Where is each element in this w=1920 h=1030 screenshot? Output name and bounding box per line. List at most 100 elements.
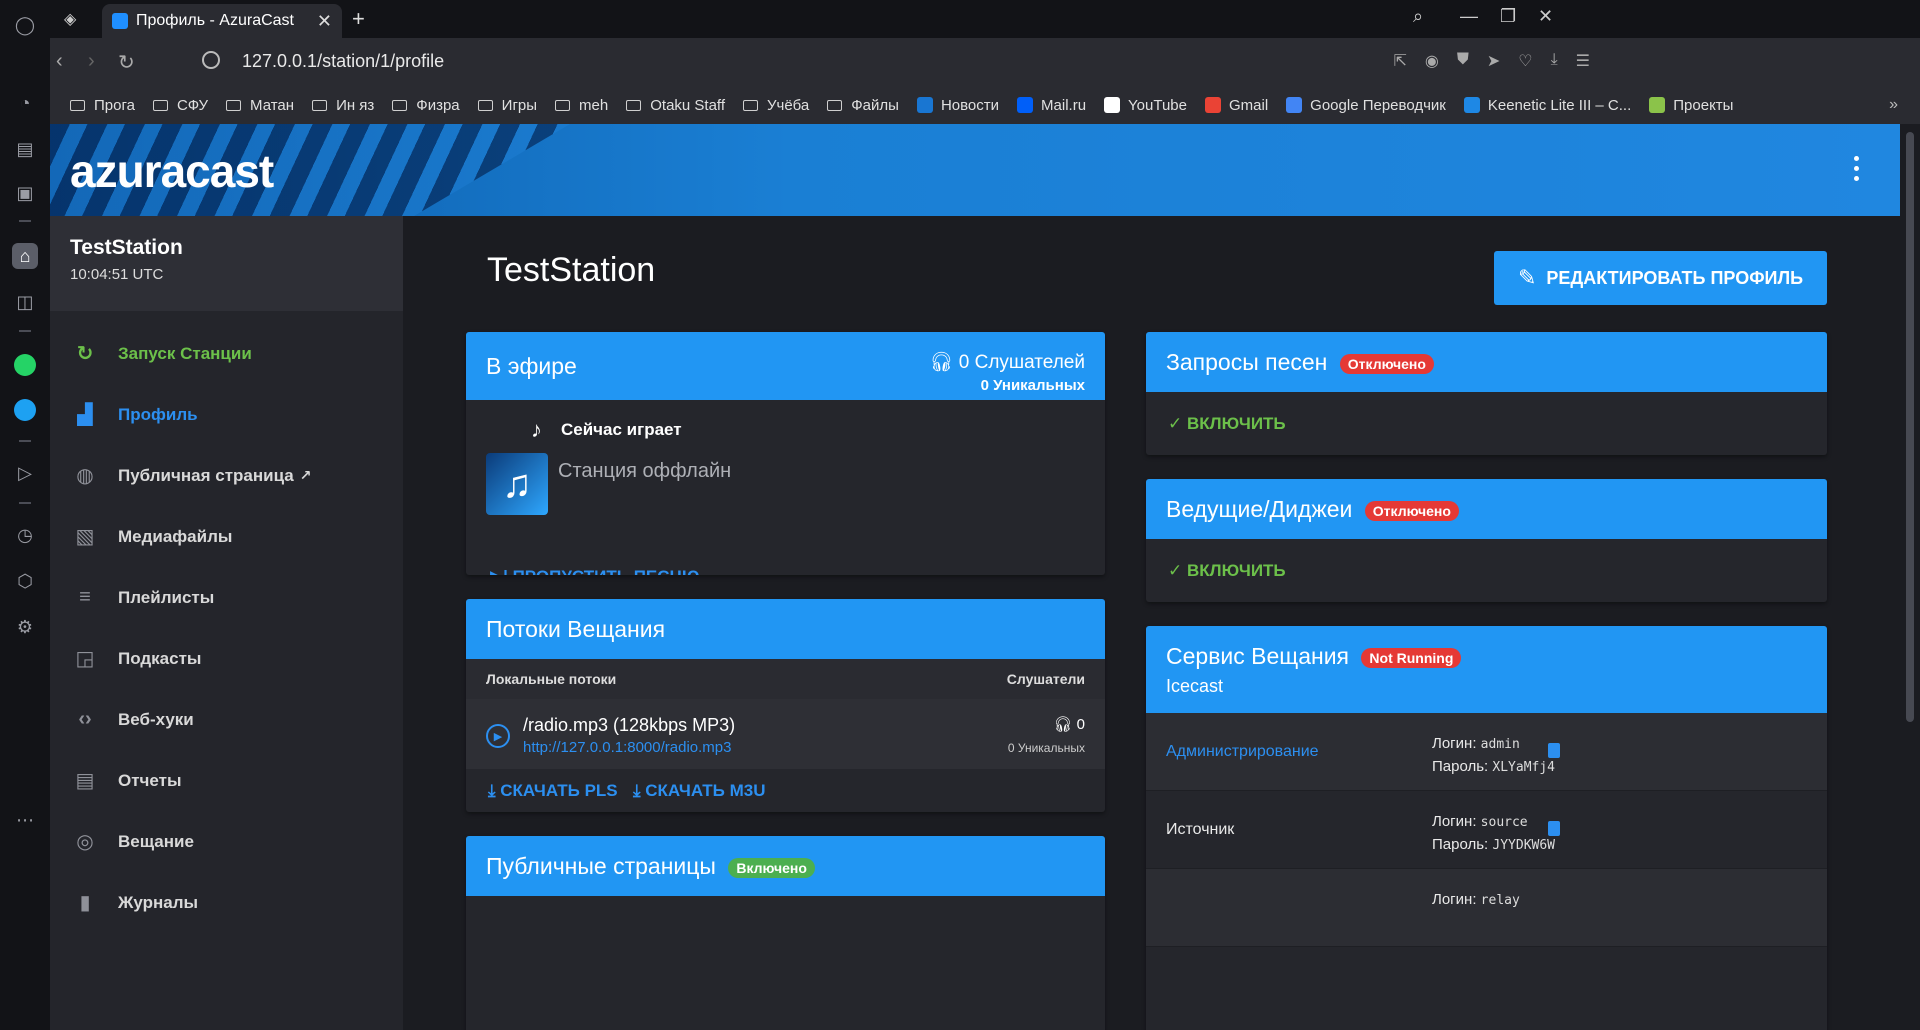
sidebar-item-logs[interactable]: ▮ Журналы — [50, 872, 403, 933]
close-window-icon[interactable]: ✕ — [1538, 6, 1553, 27]
favorite-icon[interactable]: ♡ — [1518, 51, 1532, 71]
close-tab-icon[interactable]: ✕ — [317, 11, 332, 32]
settings-icon[interactable]: ⚙ — [12, 614, 38, 640]
sidebar-item-public-page[interactable]: ◍ Публичная страница ↗ — [50, 445, 403, 506]
gamepad-icon[interactable]: ◫ — [12, 289, 38, 315]
bookmark-label: Учёба — [767, 96, 810, 114]
speed-dial-icon[interactable]: ◔ — [12, 90, 38, 116]
sidebar-item-profile[interactable]: ▟ Профиль — [50, 384, 403, 445]
bookmark-item[interactable]: Физра — [392, 96, 460, 114]
new-tab-icon[interactable]: + — [352, 6, 365, 32]
forward-icon[interactable]: › — [88, 50, 95, 73]
bookmark-item[interactable]: Новости — [916, 96, 1000, 114]
relay-credentials: Логин: relay — [1432, 889, 1520, 912]
sidebar-item-reports[interactable]: ▤ Отчеты — [50, 750, 403, 811]
adblock-icon[interactable]: ⛊ — [1457, 51, 1469, 71]
download-pls-label: СКАЧАТЬ PLS — [500, 781, 618, 800]
bookmark-item[interactable]: Ин яз — [312, 97, 374, 114]
copy-icon[interactable] — [1548, 743, 1560, 758]
login-label: Логин: — [1432, 735, 1477, 752]
sidebar-item-playlists[interactable]: ≡ Плейлисты — [50, 567, 403, 628]
bookmark-item[interactable]: Проекты — [1649, 97, 1733, 114]
bookmark-item[interactable]: Mail.ru — [1017, 97, 1086, 114]
song-requests-card: Запросы песен Отключено ✓ ВКЛЮЧИТЬ — [1146, 332, 1827, 455]
minimize-icon[interactable]: — — [1460, 6, 1478, 27]
bookmark-item[interactable]: Файлы — [827, 97, 899, 114]
report-icon: ▤ — [75, 770, 95, 792]
profile-icon: ▟ — [77, 404, 93, 426]
sidebar-item-label: Веб-хуки — [118, 709, 194, 729]
restore-icon[interactable]: ❐ — [1500, 6, 1516, 27]
password-label: Пароль: — [1432, 836, 1489, 853]
easy-setup-icon[interactable]: ☰ — [1576, 51, 1590, 71]
sidebar-item-restart[interactable]: ↻ Запуск Станции — [50, 323, 403, 384]
status-badge: Включено — [728, 857, 815, 878]
snapshot-icon[interactable]: ◉ — [1425, 51, 1439, 71]
bookmark-label: Физра — [416, 96, 460, 114]
stream-listeners: 🎧︎ 0 0 Уникальных — [1008, 715, 1085, 755]
station-sidebar: TestStation 10:04:51 UTC ↻ Запуск Станции… — [50, 216, 403, 1030]
download-icon[interactable]: ⤓ — [1551, 51, 1558, 71]
restart-icon: ↻ — [76, 343, 94, 365]
scrollbar-thumb[interactable] — [1906, 132, 1914, 722]
sidebar-item-label: Отчеты — [118, 770, 182, 790]
enable-requests-button[interactable]: ✓ ВКЛЮЧИТЬ — [1168, 414, 1286, 434]
bookmark-item[interactable]: Gmail — [1205, 97, 1268, 114]
shopping-icon[interactable]: ▤ — [12, 136, 38, 162]
toolbar-icons: ⇱ ◉ ⛊ ➤ ♡ ⤓ ☰ — [1393, 51, 1590, 71]
opera-logo-icon[interactable]: ◯ — [12, 12, 38, 38]
more-bookmarks-icon[interactable]: » — [1889, 96, 1898, 114]
sidebar-item-media[interactable]: ▧ Медиафайлы — [50, 506, 403, 567]
bookmark-item[interactable]: Google Переводчик — [1286, 97, 1446, 114]
tab-active[interactable]: Профиль - AzuraCast ✕ — [102, 4, 342, 38]
home-icon[interactable]: ⌂ — [12, 243, 38, 269]
enable-djs-button[interactable]: ✓ ВКЛЮЧИТЬ — [1168, 561, 1286, 581]
song-requests-header: Запросы песен Отключено — [1146, 332, 1827, 392]
page-scrollbar[interactable] — [1900, 124, 1920, 1030]
gx-icon[interactable]: ◈ — [64, 9, 76, 29]
search-tabs-icon[interactable]: ⌕ — [1413, 6, 1423, 27]
stream-url[interactable]: http://127.0.0.1:8000/radio.mp3 — [523, 739, 731, 756]
col-local-streams: Локальные потоки — [486, 671, 617, 687]
header-menu-icon[interactable] — [1854, 156, 1860, 181]
sidebar-item-broadcasting[interactable]: ◎ Вещание — [50, 811, 403, 872]
download-m3u-button[interactable]: ⤓ СКАЧАТЬ M3U — [633, 781, 765, 801]
admin-link[interactable]: Администрирование — [1166, 743, 1319, 761]
twitch-icon[interactable]: ▣ — [12, 180, 38, 206]
back-icon[interactable]: ‹ — [56, 50, 63, 73]
reload-icon[interactable]: ↻ — [118, 50, 135, 75]
bookmark-item[interactable]: Keenetic Lite III – С... — [1463, 97, 1631, 114]
bookmark-item[interactable]: Игры — [477, 97, 537, 114]
bookmark-item[interactable]: СФУ — [152, 97, 208, 114]
public-pages-title-row: Публичные страницы Включено — [486, 836, 1085, 880]
play-stream-icon[interactable]: ▶ — [486, 724, 510, 748]
player-icon[interactable]: ▷ — [12, 460, 38, 486]
history-icon[interactable]: ◷ — [12, 522, 38, 548]
download-pls-button[interactable]: ⤓ СКАЧАТЬ PLS — [488, 781, 618, 801]
twitter-icon[interactable] — [12, 397, 38, 423]
bookmark-item[interactable]: Учёба — [743, 97, 809, 114]
bookmark-item[interactable]: Otaku Staff — [626, 97, 725, 114]
bookmark-item[interactable]: YouTube — [1104, 97, 1187, 114]
sidebar-item-label: Медиафайлы — [118, 526, 233, 546]
bookmark-label: Новости — [940, 96, 1000, 114]
sidebar-item-podcasts[interactable]: ◲ Подкасты — [50, 628, 403, 689]
bookmark-item[interactable]: Матан — [226, 97, 294, 114]
bookmark-item[interactable]: Прога — [70, 97, 135, 114]
whatsapp-icon[interactable] — [12, 352, 38, 378]
skip-label: ПРОПУСТИТЬ ПЕСНЮ — [513, 567, 700, 575]
edit-profile-button[interactable]: ✎ РЕДАКТИРОВАТЬ ПРОФИЛЬ — [1494, 251, 1827, 305]
app-logo[interactable]: azuracast — [70, 144, 274, 198]
source-label: Источник — [1166, 821, 1235, 838]
extensions-icon[interactable]: ⬡ — [12, 568, 38, 594]
headphones-icon: 🎧︎ — [1053, 716, 1073, 733]
url-field[interactable]: 127.0.0.1/station/1/profile — [242, 51, 444, 72]
share-icon[interactable]: ⇱ — [1393, 51, 1406, 71]
copy-icon[interactable] — [1548, 821, 1560, 836]
bookmark-item[interactable]: meh — [555, 97, 608, 114]
skip-song-button[interactable]: ▶︎| ПРОПУСТИТЬ ПЕСНЮ — [490, 567, 699, 575]
site-info-icon[interactable] — [202, 51, 220, 69]
more-icon[interactable]: ⋯ — [12, 807, 38, 833]
sidebar-item-webhooks[interactable]: ‹› Веб-хуки — [50, 689, 403, 750]
send-icon[interactable]: ➤ — [1487, 51, 1500, 71]
